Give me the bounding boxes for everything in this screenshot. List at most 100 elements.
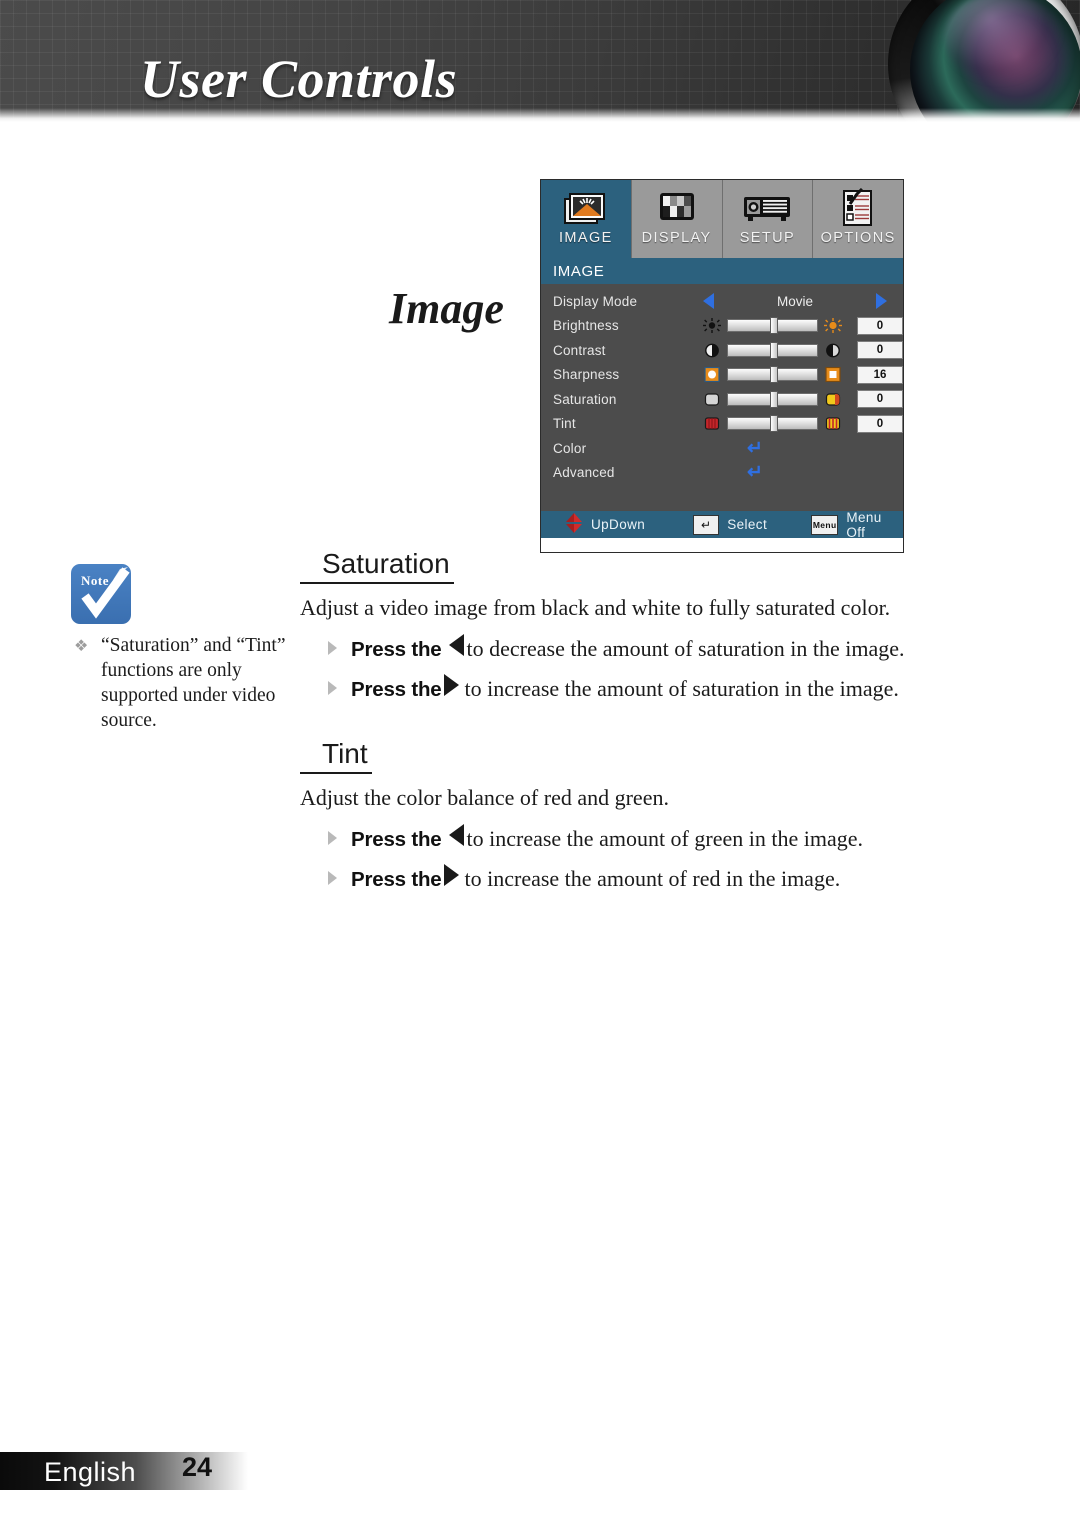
options-checklist-tab-icon [838, 186, 878, 230]
enter-submenu-icon[interactable]: ↵ [747, 463, 763, 482]
section-heading: Tint [300, 738, 372, 774]
note-badge: Note [71, 564, 131, 624]
slider-knob[interactable] [769, 317, 778, 335]
saturation-low-icon [703, 392, 721, 407]
list-item: Press the to increase the amount of red … [328, 864, 980, 892]
osd-tab-label: OPTIONS [820, 230, 896, 246]
osd-row-label: Color [553, 440, 587, 456]
osd-footer-updown: UpDown [565, 513, 645, 536]
osd-tab-label: DISPLAY [641, 230, 712, 246]
footer-language-label: English [44, 1457, 137, 1487]
bullet-triangle-icon [328, 681, 337, 695]
osd-footer-menu-off[interactable]: Menu Menu Off [811, 510, 903, 540]
saturation-slider[interactable] [727, 390, 818, 408]
osd-row-display-mode[interactable]: Display Mode Movie [541, 289, 903, 314]
saturation-high-icon [824, 392, 842, 407]
osd-tab-bar: IMAGE DISPLAY SETUP OPTIONS [541, 180, 903, 258]
menu-key-icon: Menu [811, 514, 839, 535]
section-paragraph: Adjust the color balance of red and gree… [300, 785, 669, 810]
press-label: Press the [351, 678, 442, 701]
slider-knob[interactable] [769, 366, 778, 384]
list-item-text: to increase the amount of green in the i… [466, 826, 863, 851]
sharpness-low-icon [703, 367, 721, 383]
page-title-user-controls: User Controls [140, 49, 458, 109]
list-item-text: to increase the amount of red in the ima… [464, 866, 841, 891]
osd-row-advanced[interactable]: Advanced ↵ [541, 461, 903, 486]
brightness-value: 0 [857, 316, 903, 335]
osd-row-sharpness[interactable]: Sharpness 16 [541, 363, 903, 388]
left-arrow-icon[interactable] [703, 293, 714, 310]
osd-tab-image[interactable]: IMAGE [541, 180, 632, 258]
osd-row-contrast[interactable]: Contrast 0 [541, 338, 903, 363]
bullet-triangle-icon [328, 641, 337, 655]
left-arrow-key-icon [448, 634, 464, 656]
osd-menu-items: Display Mode Movie Brightness 0 Contrast… [541, 284, 903, 511]
osd-footer-select-label: Select [727, 517, 768, 532]
osd-row-label: Display Mode [553, 293, 638, 309]
osd-row-tint[interactable]: Tint 0 [541, 412, 903, 437]
list-item-text: to increase the amount of saturation in … [464, 676, 899, 701]
list-item-text: to decrease the amount of saturation in … [466, 636, 905, 661]
tint-value: 0 [857, 414, 903, 433]
section-tint: Tint Adjust the color balance of red and… [300, 738, 980, 892]
osd-footer-select[interactable]: ↵ Select [693, 514, 768, 535]
sharpness-slider[interactable] [727, 366, 818, 384]
osd-row-color[interactable]: Color ↵ [541, 436, 903, 461]
list-item: Press the to increase the amount of satu… [328, 674, 980, 702]
osd-tab-options[interactable]: OPTIONS [813, 180, 903, 258]
osd-row-saturation[interactable]: Saturation 0 [541, 387, 903, 412]
right-arrow-key-icon [443, 674, 459, 696]
tint-low-icon [703, 416, 721, 431]
osd-row-label: Contrast [553, 342, 606, 358]
note-text: “Saturation” and “Tint” functions are on… [75, 633, 310, 733]
list-item: Press the to decrease the amount of satu… [328, 634, 980, 662]
section-saturation: Saturation Adjust a video image from bla… [300, 548, 980, 702]
list-item: Press the to increase the amount of gree… [328, 824, 980, 852]
footer-page-number: 24 [182, 1452, 213, 1482]
section-heading: Saturation [300, 548, 454, 584]
section-page-title: Image [389, 284, 504, 333]
note-text-body: “Saturation” and “Tint” functions are on… [101, 635, 286, 731]
osd-footer-menuoff-label: Menu Off [846, 509, 882, 540]
note-badge-label: Note [81, 573, 109, 588]
osd-tab-label: IMAGE [559, 230, 613, 246]
bullet-triangle-icon [328, 871, 337, 885]
bullet-triangle-icon [328, 831, 337, 845]
up-down-arrow-icon [565, 513, 583, 536]
osd-row-label: Brightness [553, 318, 619, 334]
page-header-banner: User Controls [0, 0, 1080, 122]
tint-slider[interactable] [727, 415, 818, 433]
slider-knob[interactable] [769, 415, 778, 433]
contrast-low-icon [703, 343, 721, 358]
osd-tab-label: SETUP [739, 230, 796, 246]
setup-projector-tab-icon [741, 186, 793, 230]
osd-tab-display[interactable]: DISPLAY [631, 180, 723, 258]
contrast-slider[interactable] [727, 341, 818, 359]
osd-row-label: Advanced [553, 465, 615, 481]
brightness-high-icon [824, 318, 842, 334]
osd-row-label: Saturation [553, 391, 617, 407]
right-arrow-icon[interactable] [876, 293, 887, 310]
osd-row-label: Tint [553, 416, 576, 432]
slider-knob[interactable] [769, 390, 778, 408]
press-label: Press the [351, 868, 442, 891]
enter-submenu-icon[interactable]: ↵ [747, 439, 763, 458]
contrast-high-icon [824, 343, 842, 358]
enter-key-icon: ↵ [693, 514, 720, 535]
osd-section-title: IMAGE [541, 258, 903, 284]
press-label: Press the [351, 828, 442, 851]
sharpness-value: 16 [857, 365, 903, 384]
osd-row-brightness[interactable]: Brightness 0 [541, 314, 903, 339]
brightness-low-icon [703, 318, 721, 334]
slider-knob[interactable] [769, 341, 778, 359]
osd-menu: IMAGE DISPLAY SETUP OPTIONS IMAGE Displa… [540, 179, 904, 553]
osd-row-label: Sharpness [553, 367, 620, 383]
osd-tab-setup[interactable]: SETUP [722, 180, 814, 258]
press-label: Press the [351, 638, 442, 661]
brightness-slider[interactable] [727, 317, 818, 335]
contrast-value: 0 [857, 341, 903, 360]
tint-high-icon [824, 416, 842, 431]
section-paragraph: Adjust a video image from black and whit… [300, 595, 891, 620]
display-tab-icon [654, 186, 700, 230]
saturation-value: 0 [857, 390, 903, 409]
